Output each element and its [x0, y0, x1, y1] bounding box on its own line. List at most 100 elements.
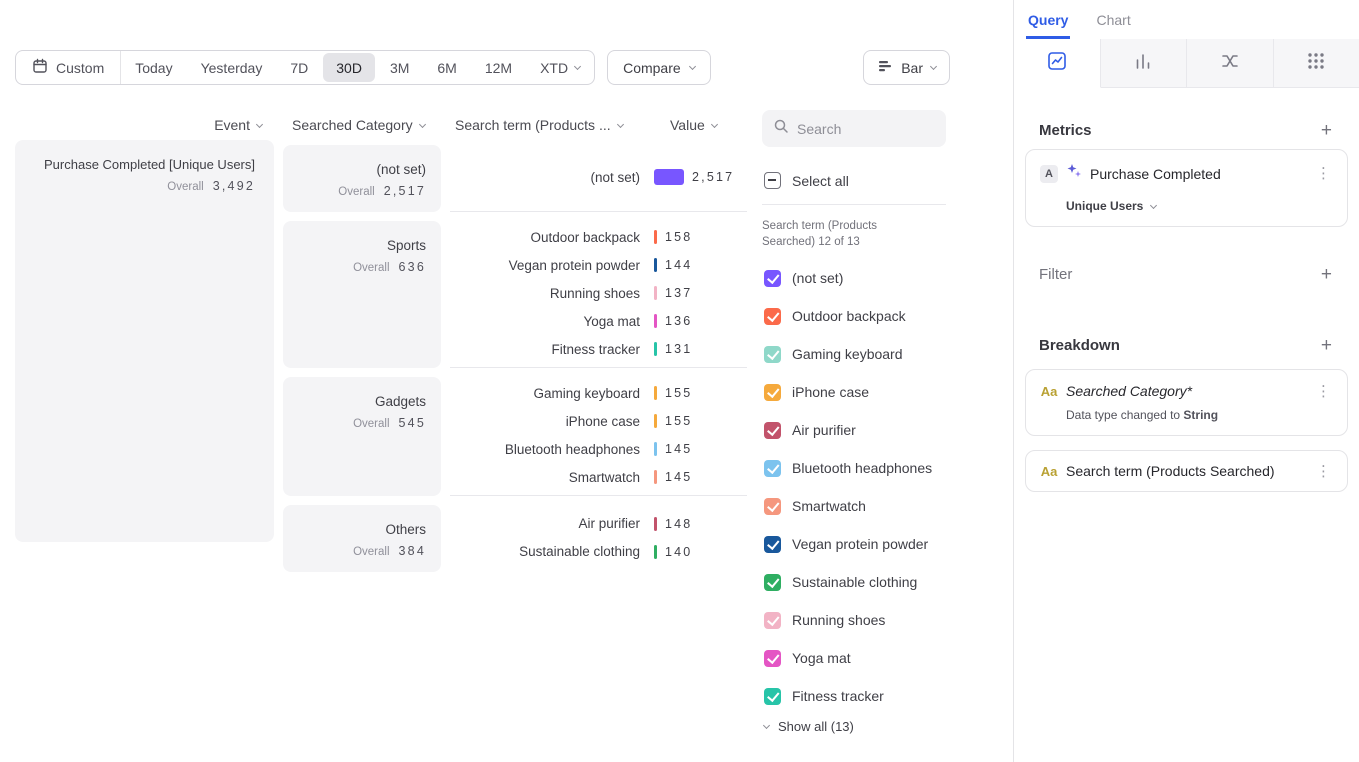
date-range-dropdown[interactable]: XTD — [526, 53, 594, 82]
term-row[interactable]: Vegan protein powder 144 — [450, 251, 747, 279]
legend-item[interactable]: Smartwatch — [762, 487, 946, 525]
tab-retention[interactable] — [1274, 39, 1359, 88]
legend-item[interactable]: (not set) — [762, 259, 946, 297]
value-cell: 145 — [654, 442, 692, 456]
term-label: (not set) — [450, 170, 640, 185]
legend-item-label: Running shoes — [792, 612, 885, 628]
term-row[interactable]: Yoga mat 136 — [450, 307, 747, 335]
category-cell[interactable]: Sports Overall 636 — [283, 221, 441, 368]
column-header-category[interactable]: Searched Category — [292, 117, 425, 133]
legend-checkbox[interactable] — [764, 384, 781, 401]
tab-insights[interactable] — [1014, 39, 1101, 88]
legend-checkbox[interactable] — [764, 498, 781, 515]
tab-chart[interactable]: Chart — [1094, 12, 1132, 39]
metric-card[interactable]: A Purchase Completed ⋮ Unique Users — [1025, 149, 1348, 227]
metric-letter-badge: A — [1040, 165, 1058, 183]
value-bar — [654, 470, 657, 484]
legend-item[interactable]: Vegan protein powder — [762, 525, 946, 563]
legend-checkbox[interactable] — [764, 346, 781, 363]
legend-item[interactable]: Fitness tracker — [762, 677, 946, 715]
term-row[interactable]: Fitness tracker 131 — [450, 335, 747, 363]
term-row[interactable]: iPhone case 155 — [450, 407, 747, 435]
legend-checkbox[interactable] — [764, 270, 781, 287]
legend-item[interactable]: Bluetooth headphones — [762, 449, 946, 487]
category-cell[interactable]: Gadgets Overall 545 — [283, 377, 441, 496]
legend-item[interactable]: Outdoor backpack — [762, 297, 946, 335]
legend-checkbox[interactable] — [764, 650, 781, 667]
overall-label: Overall — [338, 186, 374, 198]
date-range-7d[interactable]: 7D — [277, 53, 321, 82]
term-row[interactable]: Sustainable clothing 140 — [450, 538, 747, 566]
date-range-12m[interactable]: 12M — [472, 53, 525, 82]
column-header-event[interactable]: Event — [15, 117, 262, 133]
term-row[interactable]: Gaming keyboard 155 — [450, 379, 747, 407]
add-metric-button[interactable]: + — [1319, 121, 1334, 140]
term-row[interactable]: (not set) 2,517 — [450, 163, 747, 191]
value-cell: 136 — [654, 314, 692, 328]
legend-item[interactable]: Running shoes — [762, 601, 946, 639]
event-overall-value: 3,492 — [213, 179, 255, 193]
column-header-term[interactable]: Search term (Products ... — [455, 117, 623, 133]
term-row[interactable]: Air purifier 148 — [450, 510, 747, 538]
measure-dropdown[interactable]: Unique Users — [1066, 199, 1333, 213]
legend-checkbox[interactable] — [764, 308, 781, 325]
term-row[interactable]: Bluetooth headphones 145 — [450, 435, 747, 463]
legend-checkbox[interactable] — [764, 536, 781, 553]
select-all-toggle[interactable]: Select all — [762, 172, 946, 189]
term-row[interactable]: Running shoes 137 — [450, 279, 747, 307]
column-header-value[interactable]: Value — [670, 117, 717, 133]
legend-checkbox[interactable] — [764, 612, 781, 629]
add-breakdown-button[interactable]: + — [1319, 336, 1334, 355]
date-range-3m[interactable]: 3M — [377, 53, 422, 82]
show-all-button[interactable]: Show all (13) — [762, 719, 946, 734]
term-label: Smartwatch — [450, 470, 640, 485]
term-row[interactable]: Smartwatch 145 — [450, 463, 747, 491]
calendar-icon — [32, 58, 48, 77]
legend-item[interactable]: iPhone case — [762, 373, 946, 411]
custom-date-button[interactable]: Custom — [16, 51, 121, 84]
tab-flows[interactable] — [1187, 39, 1274, 88]
compare-button[interactable]: Compare — [607, 50, 711, 85]
breakdown-card-category[interactable]: Aa Searched Category* ⋮ Data type change… — [1025, 369, 1348, 436]
date-range-30d[interactable]: 30D — [323, 53, 375, 82]
legend-checkbox[interactable] — [764, 688, 781, 705]
add-filter-button[interactable]: + — [1319, 265, 1334, 284]
legend-item[interactable]: Yoga mat — [762, 639, 946, 677]
chart-type-selector[interactable]: Bar — [863, 50, 950, 85]
date-range-yesterday[interactable]: Yesterday — [188, 53, 276, 82]
event-cell[interactable]: Purchase Completed [Unique Users] Overal… — [15, 140, 274, 542]
term-label: Vegan protein powder — [450, 258, 640, 273]
legend-item[interactable]: Gaming keyboard — [762, 335, 946, 373]
dot-grid-icon — [1305, 50, 1327, 77]
select-all-checkbox[interactable] — [764, 172, 781, 189]
tab-query[interactable]: Query — [1026, 12, 1070, 39]
legend-checkbox[interactable] — [764, 422, 781, 439]
legend-item-label: Outdoor backpack — [792, 308, 906, 324]
data-type-note: Data type changed to String — [1066, 408, 1333, 422]
category-cell[interactable]: (not set) Overall 2,517 — [283, 145, 441, 212]
category-overall: 384 — [399, 544, 426, 558]
legend-checkbox[interactable] — [764, 574, 781, 591]
breakdown-options-button[interactable]: ⋮ — [1314, 384, 1333, 399]
value-number: 158 — [665, 230, 692, 244]
report-type-tabs — [1014, 39, 1359, 88]
category-name: Gadgets — [298, 394, 426, 409]
date-range-today[interactable]: Today — [122, 53, 185, 82]
legend-checkbox[interactable] — [764, 460, 781, 477]
metric-options-button[interactable]: ⋮ — [1314, 166, 1333, 181]
legend-item[interactable]: Air purifier — [762, 411, 946, 449]
legend-item[interactable]: Sustainable clothing — [762, 563, 946, 601]
tab-funnels[interactable] — [1101, 39, 1188, 88]
value-number: 131 — [665, 342, 692, 356]
breakdown-options-button[interactable]: ⋮ — [1314, 464, 1333, 479]
value-cell: 148 — [654, 517, 692, 531]
custom-date-label: Custom — [56, 60, 104, 76]
chevron-down-icon — [256, 120, 263, 127]
term-row[interactable]: Outdoor backpack 158 — [450, 223, 747, 251]
search-input[interactable] — [797, 121, 935, 137]
date-range-6m[interactable]: 6M — [424, 53, 469, 82]
value-cell: 131 — [654, 342, 692, 356]
breakdown-card-term[interactable]: Aa Search term (Products Searched) ⋮ — [1025, 450, 1348, 492]
category-cell[interactable]: Others Overall 384 — [283, 505, 441, 572]
sparkle-icon — [1066, 163, 1082, 184]
